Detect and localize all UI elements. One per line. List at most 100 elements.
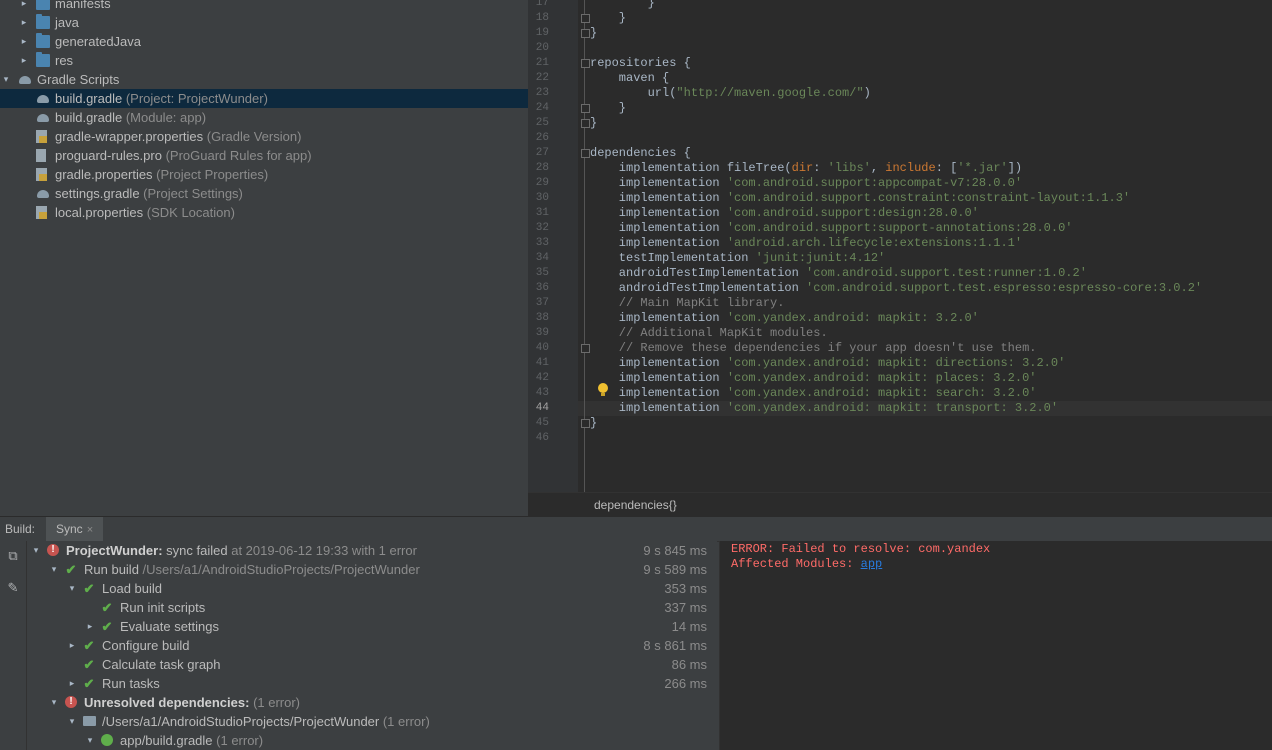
code-line[interactable]: } [590, 0, 655, 11]
intention-bulb-icon[interactable] [598, 383, 608, 396]
code-token: // Additional MapKit modules. [590, 326, 828, 340]
project-tree-item[interactable]: local.properties (SDK Location) [0, 203, 528, 222]
code-line[interactable]: // Main MapKit library. [590, 296, 785, 311]
chevron-right-icon[interactable]: ▸ [18, 51, 30, 70]
code-token: 'com.android.support.constraint:constrai… [726, 191, 1131, 205]
project-tree-item[interactable]: ▸ manifests [0, 0, 528, 13]
code-line[interactable]: } [590, 101, 626, 116]
line-number: 23 [535, 87, 549, 99]
code-token: } [590, 116, 598, 130]
code-line[interactable]: implementation 'com.android.support.cons… [590, 191, 1130, 206]
build-tree-row[interactable]: ▾ ✔ Load build 353 ms [27, 579, 717, 598]
code-line[interactable]: implementation 'com.android.support:supp… [590, 221, 1073, 236]
chevron-down-icon[interactable]: ▾ [48, 693, 60, 712]
code-line[interactable]: } [590, 416, 597, 431]
fold-marker-icon[interactable] [581, 59, 590, 68]
project-tree-item[interactable]: gradle.properties (Project Properties) [0, 165, 528, 184]
file-name: manifests [55, 0, 111, 11]
file-name: proguard-rules.pro [55, 148, 162, 163]
fold-marker-icon[interactable] [581, 104, 590, 113]
code-line[interactable]: dependencies { [590, 146, 691, 161]
project-tree-item[interactable]: build.gradle (Project: ProjectWunder) [0, 89, 528, 108]
build-tree-row[interactable]: ✔ Calculate task graph 86 ms [27, 655, 717, 674]
build-row-label: /Users/a1/AndroidStudioProjects/ProjectW… [102, 712, 430, 731]
build-tree-row[interactable]: ▾ ✔ Run build /Users/a1/AndroidStudioProje… [27, 560, 717, 579]
project-tree-item[interactable]: ▸ res [0, 51, 528, 70]
code-line[interactable]: maven { [590, 71, 669, 86]
build-step-name: Run tasks [102, 676, 160, 691]
project-tree-item[interactable]: ▸ java [0, 13, 528, 32]
build-tree-row[interactable]: ✔ Run init scripts 337 ms [27, 598, 717, 617]
file-name: java [55, 15, 79, 30]
build-tree-row[interactable]: ▾! ProjectWunder: sync failed at 2019-06-… [27, 541, 717, 560]
code-editor[interactable]: 17 18 19 20 21 22 23 24 25 26 27 28 29 30 31 32 33 34 35 36… [528, 0, 1272, 516]
code-line[interactable]: implementation 'android.arch.lifecycle:e… [590, 236, 1022, 251]
fold-marker-icon[interactable] [581, 344, 590, 353]
code-line[interactable]: androidTestImplementation 'com.android.s… [590, 281, 1202, 296]
pin-icon[interactable]: ✎ [6, 581, 20, 595]
code-line[interactable]: implementation 'com.android.support:appc… [590, 176, 1022, 191]
code-line[interactable]: // Remove these dependencies if your app… [590, 341, 1037, 356]
code-line[interactable]: implementation 'com.yandex.android: mapk… [590, 311, 979, 326]
build-tree-row[interactable]: ▸ ✔ Configure build 8 s 861 ms [27, 636, 717, 655]
code-line[interactable]: implementation 'com.yandex.android: mapk… [590, 356, 1066, 371]
breadcrumb[interactable]: dependencies{} [594, 498, 677, 512]
line-number: 45 [535, 417, 549, 429]
code-line[interactable]: repositories { [590, 56, 691, 71]
fold-marker-icon[interactable] [581, 419, 590, 428]
project-tree-item[interactable]: ▸ generatedJava [0, 32, 528, 51]
tab-sync[interactable]: Sync × [46, 517, 104, 541]
chevron-right-icon[interactable]: ▸ [84, 617, 96, 636]
code-line[interactable]: implementation fileTree(dir: 'libs', inc… [590, 161, 1022, 176]
module-app-link[interactable]: app [861, 557, 883, 571]
code-line[interactable]: implementation 'com.yandex.android: mapk… [590, 371, 1037, 386]
code-line[interactable]: implementation 'com.yandex.android: mapk… [590, 386, 1037, 401]
chevron-right-icon[interactable]: ▸ [18, 0, 30, 13]
build-tree-row[interactable]: ▾ /Users/a1/AndroidStudioProjects/Project… [27, 712, 717, 731]
chevron-down-icon[interactable]: ▾ [66, 579, 78, 598]
project-tree-item[interactable]: settings.gradle (Project Settings) [0, 184, 528, 203]
chevron-down-icon[interactable]: ▾ [48, 560, 60, 579]
code-line[interactable]: } [590, 11, 626, 26]
code-token: implementation [590, 401, 727, 415]
code-line[interactable]: testImplementation 'junit:junit:4.12' [590, 251, 885, 266]
chevron-right-icon[interactable]: ▸ [66, 674, 78, 693]
chevron-down-icon[interactable]: ▾ [66, 712, 78, 731]
build-tree-row[interactable]: ▾! Unresolved dependencies: (1 error) [27, 693, 717, 712]
build-tree-row[interactable]: ▸ ✔ Evaluate settings 14 ms [27, 617, 717, 636]
code-line[interactable]: } [590, 116, 597, 131]
project-tree-item[interactable]: gradle-wrapper.properties (Gradle Versio… [0, 127, 528, 146]
code-line[interactable]: // Additional MapKit modules. [590, 326, 828, 341]
code-line[interactable]: implementation 'com.android.support:desi… [590, 206, 979, 221]
chevron-down-icon[interactable]: ▾ [84, 731, 96, 750]
tab-sync-label: Sync [56, 522, 83, 536]
project-tree-item[interactable]: build.gradle (Module: app) [0, 108, 528, 127]
code-line[interactable]: url("http://maven.google.com/") [590, 86, 871, 101]
code-line[interactable]: implementation 'com.yandex.android: mapk… [590, 401, 1058, 416]
build-tree-row[interactable]: ▸ ✔ Run tasks 266 ms [27, 674, 717, 693]
line-number: 44 [535, 402, 549, 414]
chevron-right-icon[interactable]: ▸ [18, 32, 30, 51]
folder-icon [36, 33, 50, 48]
fold-marker-icon[interactable] [581, 14, 590, 23]
chevron-right-icon[interactable]: ▸ [66, 636, 78, 655]
line-number: 43 [535, 387, 549, 399]
code-token: // Remove these dependencies if your app… [590, 341, 1037, 355]
code-token: dependencies { [590, 146, 691, 160]
fold-marker-icon[interactable] [581, 29, 590, 38]
project-tree-item[interactable]: ▾ Gradle Scripts [0, 70, 528, 89]
close-tab-icon[interactable]: × [87, 524, 93, 536]
code-line[interactable]: androidTestImplementation 'com.android.s… [590, 266, 1087, 281]
restore-layout-icon[interactable]: ⧉ [6, 549, 20, 563]
chevron-down-icon[interactable]: ▾ [30, 541, 42, 560]
line-number: 39 [535, 327, 549, 339]
build-tree-row[interactable]: ▾ app/build.gradle (1 error) [27, 731, 717, 750]
fold-marker-icon[interactable] [581, 149, 590, 158]
code-line[interactable]: } [590, 26, 597, 41]
chevron-down-icon[interactable]: ▾ [0, 70, 12, 89]
fold-marker-icon[interactable] [581, 119, 590, 128]
project-tree-item[interactable]: proguard-rules.pro (ProGuard Rules for a… [0, 146, 528, 165]
code-token: ]) [1007, 161, 1023, 175]
chevron-right-icon[interactable]: ▸ [18, 13, 30, 32]
error-icon: ! [65, 696, 77, 708]
